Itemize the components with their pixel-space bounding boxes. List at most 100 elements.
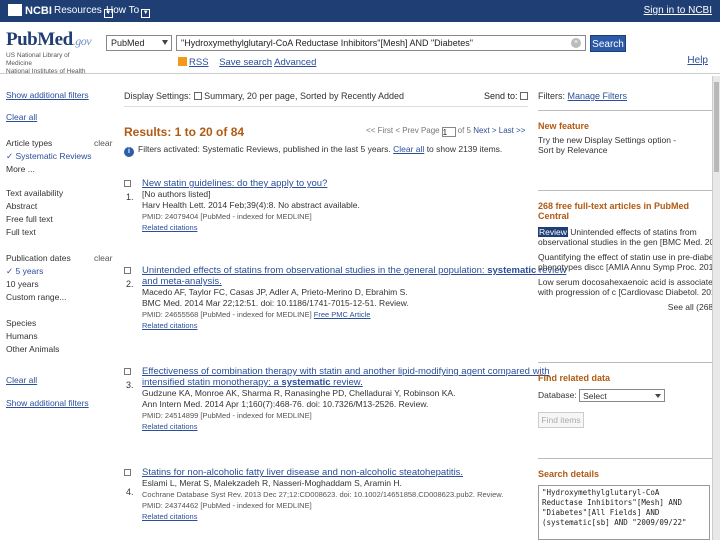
see-all-link[interactable]: See all (268): [538, 302, 716, 312]
filter-10-years[interactable]: 10 years: [6, 279, 39, 289]
advanced-search-link[interactable]: Advanced: [274, 57, 316, 68]
pager-prev[interactable]: < Prev: [395, 126, 418, 135]
free-article-2-title[interactable]: Quantifying the effect of statin use in …: [538, 252, 720, 262]
send-to-label: Send to:: [484, 91, 518, 101]
filter-humans[interactable]: Humans: [6, 331, 38, 341]
result-number: 3.: [126, 380, 134, 390]
result-title-link[interactable]: Effectiveness of combination therapy wit…: [142, 366, 550, 377]
send-to-menu[interactable]: Send to:: [484, 91, 529, 101]
resources-label: Resources: [54, 5, 102, 16]
filter-other-animals[interactable]: Other Animals: [6, 344, 59, 354]
filter-clear-all-link[interactable]: Clear all: [393, 144, 424, 154]
clear-publication-dates[interactable]: clear: [94, 253, 112, 263]
chevron-down-icon: ▼: [141, 9, 151, 18]
clear-article-types[interactable]: clear: [94, 138, 112, 148]
clear-search-icon[interactable]: ×: [571, 38, 581, 48]
ncbi-logo-text: NCBI: [25, 5, 52, 17]
chevron-down-icon: [162, 40, 168, 45]
result-title-link[interactable]: New statin guidelines: do they apply to …: [142, 178, 532, 189]
result-checkbox[interactable]: [124, 267, 131, 274]
filter-free-full-text[interactable]: Free full text: [6, 214, 53, 224]
resources-menu[interactable]: Resources ▼: [54, 5, 113, 18]
search-details-textarea[interactable]: "Hydroxymethylglutaryl-CoA Reductase Inh…: [538, 485, 710, 540]
sign-in-link[interactable]: Sign in to NCBI: [644, 5, 712, 16]
filters-manage: Filters: Manage Filters: [538, 91, 627, 101]
related-citations-link[interactable]: Related citations: [142, 321, 197, 330]
help-link[interactable]: Help: [687, 55, 708, 66]
free-article-1-source[interactable]: observational studies in the gen [BMC Me…: [538, 237, 720, 247]
result-title-continued[interactable]: intensified statin monotherapy: a system…: [142, 377, 532, 388]
clear-all-bottom[interactable]: Clear all: [6, 375, 37, 385]
result-title-keyword: systematic: [487, 265, 537, 276]
free-article-3-title[interactable]: Low serum docosahexaenoic acid is associ…: [538, 277, 718, 287]
result-journal: Harv Health Lett. 2014 Feb;39(4):8. No a…: [142, 200, 360, 210]
pager-first[interactable]: << First: [366, 126, 393, 135]
save-search-link[interactable]: Save search: [219, 57, 272, 68]
pager-last[interactable]: Last >>: [499, 126, 526, 135]
pubmed-logo-word: PubMed: [6, 29, 73, 50]
filter-systematic-reviews[interactable]: ✓ Systematic Reviews: [6, 151, 92, 162]
new-feature-heading: New feature: [538, 121, 590, 131]
show-additional-filters-top[interactable]: Show additional filters: [6, 90, 89, 100]
related-citations-link[interactable]: Related citations: [142, 512, 197, 521]
find-related-data-heading: Find related data: [538, 373, 611, 383]
results-count-title: Results: 1 to 20 of 84: [124, 125, 245, 139]
text-availability-heading: Text availability: [6, 188, 64, 198]
panel-divider: [538, 458, 716, 459]
related-citations-link[interactable]: Related citations: [142, 223, 197, 232]
scrollbar-thumb[interactable]: [714, 82, 719, 172]
find-items-row: Find items: [538, 412, 716, 428]
database-row: Database: Select: [538, 389, 716, 402]
display-settings-value: Summary, 20 per page, Sorted by Recently…: [204, 91, 405, 101]
related-database-select[interactable]: Select: [579, 389, 666, 402]
result-pmid: PMID: 24514899 [PubMed - indexed for MED…: [142, 411, 312, 420]
rss-link[interactable]: RSS: [178, 57, 209, 68]
ncbi-logo[interactable]: NCBI: [8, 4, 52, 17]
pager-next[interactable]: Next >: [473, 126, 496, 135]
result-title-keyword: systematic: [281, 377, 331, 388]
header-divider: [0, 73, 720, 74]
search-query-text: "Hydroxymethylglutaryl-CoA Reductase Inh…: [181, 38, 473, 48]
new-feature-panel: New feature Try the new Display Settings…: [538, 110, 716, 155]
result-checkbox[interactable]: [124, 469, 131, 476]
result-checkbox[interactable]: [124, 368, 131, 375]
article-types-more[interactable]: More ...: [6, 164, 35, 174]
free-article-3-source[interactable]: with progression of c [Cardiovasc Diabet…: [538, 287, 720, 297]
filter-abstract[interactable]: Abstract: [6, 201, 37, 211]
filter-notice-text: Filters activated: Systematic Reviews, p…: [138, 144, 391, 154]
database-select[interactable]: PubMed: [106, 35, 172, 51]
result-title-link[interactable]: Unintended effects of statins from obser…: [142, 265, 566, 276]
filter-custom-range[interactable]: Custom range...: [6, 292, 66, 302]
page-scrollbar[interactable]: [712, 76, 720, 540]
result-title-link[interactable]: Statins for non-alcoholic fatty liver di…: [142, 467, 532, 478]
search-button[interactable]: Search: [590, 35, 626, 52]
panel-divider: [538, 190, 716, 191]
publication-dates-heading: Publication dates: [6, 253, 71, 263]
related-citations-link[interactable]: Related citations: [142, 422, 197, 431]
free-article-1[interactable]: Review Unintended effects of statins fro…: [538, 227, 716, 237]
result-authors: Eslami L, Merat S, Malekzadeh R, Nasseri…: [142, 478, 402, 488]
find-items-button[interactable]: Find items: [538, 412, 584, 428]
search-input[interactable]: "Hydroxymethylglutaryl-CoA Reductase Inh…: [176, 35, 586, 51]
search-details-panel: Search details: [538, 458, 716, 479]
result-authors: [No authors listed]: [142, 189, 211, 199]
free-pmc-article-link[interactable]: Free PMC Article: [314, 310, 371, 319]
free-article-2-source[interactable]: phenotypes discc [AMIA Annu Symp Proc. 2…: [538, 262, 720, 272]
filter-full-text[interactable]: Full text: [6, 227, 36, 237]
page-number-input[interactable]: 1: [441, 127, 456, 137]
clear-all-top[interactable]: Clear all: [6, 112, 37, 122]
page-number-value: 1: [442, 128, 448, 137]
pubmed-logo[interactable]: PubMed.gov US National Library of Medici…: [6, 29, 92, 76]
result-authors: Macedo AF, Taylor FC, Casas JP, Adler A,…: [142, 287, 408, 297]
display-settings[interactable]: Display Settings: Summary, 20 per page, …: [124, 91, 404, 101]
result-title-continued[interactable]: and meta-analysis.: [142, 276, 532, 287]
show-additional-filters-bottom[interactable]: Show additional filters: [6, 398, 89, 408]
filter-5-years[interactable]: ✓ 5 years: [6, 266, 43, 277]
manage-filters-link[interactable]: Manage Filters: [568, 91, 628, 101]
species-heading: Species: [6, 318, 37, 328]
result-checkbox[interactable]: [124, 180, 131, 187]
sort-by-relevance-link[interactable]: Sort by Relevance: [538, 145, 716, 155]
ncbi-topbar: NCBI Resources ▼ How To ▼ Sign in to NCBI: [0, 0, 720, 22]
howto-menu[interactable]: How To ▼: [106, 5, 151, 18]
rss-label[interactable]: RSS: [189, 57, 209, 68]
